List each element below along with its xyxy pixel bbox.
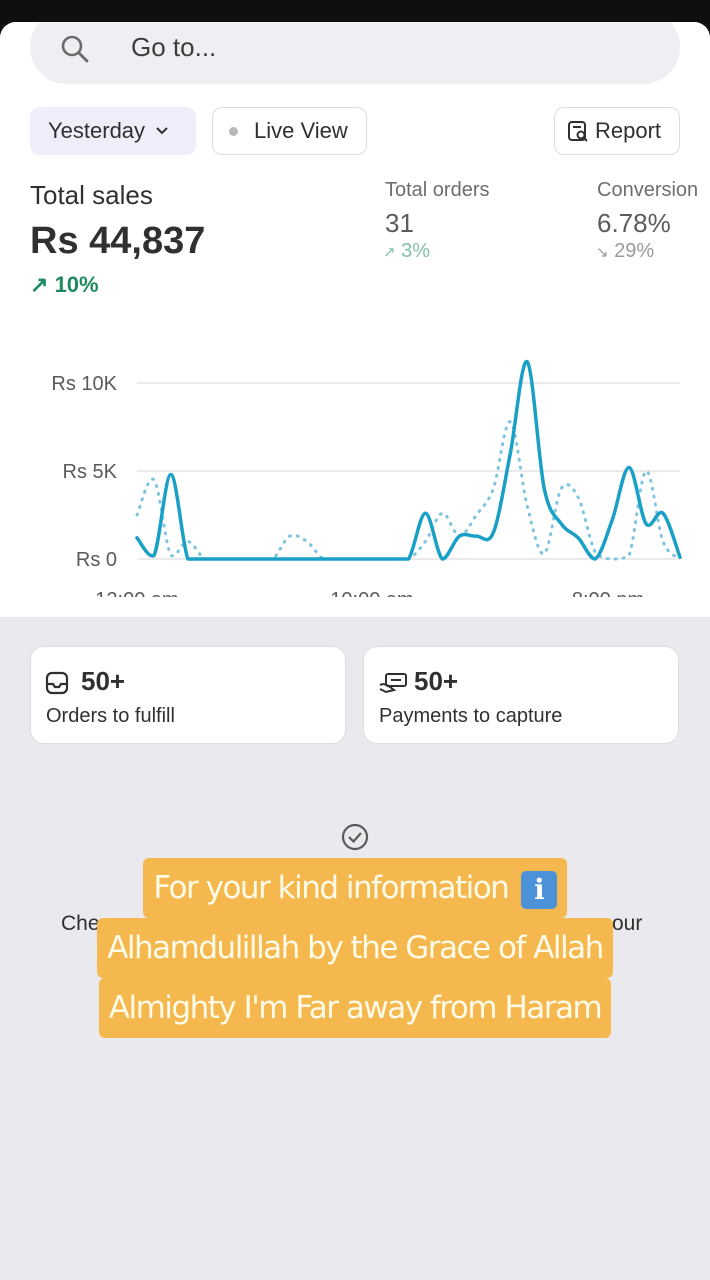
search-placeholder: Go to... (131, 32, 217, 62)
date-range-dropdown[interactable]: Yesterday (30, 107, 196, 155)
total-sales-label: Total sales (30, 180, 153, 210)
x-tick-label: 10:00 am (330, 589, 413, 597)
orders-to-fulfill-card[interactable]: 50+ Orders to fulfill (30, 646, 346, 744)
y-tick-label: Rs 0 (76, 549, 117, 571)
y-tick-label: Rs 5K (63, 461, 118, 483)
caption-line-1: For your kind information i (143, 858, 567, 918)
live-view-button[interactable]: Live View (212, 107, 367, 155)
search-bar[interactable]: Go to... (30, 22, 680, 84)
payments-count: 50+ (414, 666, 459, 696)
app-sheet: Go to... Yesterday Live View Report Tota… (0, 22, 710, 1280)
arrow-up-right-icon: ↗ (383, 244, 396, 261)
conversion-value: 6.78% (597, 208, 671, 238)
payments-to-capture-card[interactable]: 50+ Payments to capture (363, 646, 679, 744)
total-sales-change-value: 10% (54, 272, 99, 297)
orders-label: Orders to fulfill (46, 705, 175, 727)
info-icon: i (520, 870, 557, 909)
report-label: Report (595, 118, 662, 143)
cash-icon (378, 671, 408, 700)
live-view-label: Live View (254, 118, 348, 143)
conversion-change: ↘ 29% (596, 240, 654, 263)
total-orders-change: ↗ 3% (383, 240, 430, 263)
orders-count: 50+ (81, 666, 126, 696)
y-tick-label: Rs 10K (51, 373, 117, 395)
date-range-label: Yesterday (48, 118, 146, 143)
report-button[interactable]: Report (554, 107, 680, 155)
payments-label: Payments to capture (379, 705, 563, 727)
caption-line-3: Almighty I'm Far away from Haram (98, 978, 612, 1038)
check-circle-icon (341, 823, 369, 856)
x-tick-label: 8:00 pm (572, 589, 644, 597)
sales-chart: Rs 10K Rs 5K Rs 0 12:00 am 10:00 am 8:00 pm (51, 360, 682, 597)
conversion-change-value: 29% (614, 240, 655, 262)
status-bar (0, 0, 710, 22)
total-orders-label[interactable]: Total orders (385, 179, 490, 202)
total-orders-change-value: 3% (401, 240, 431, 262)
arrow-up-right-icon: ↗ (30, 272, 49, 297)
x-tick-label: 12:00 am (95, 589, 178, 597)
chevron-down-icon (155, 126, 169, 136)
overlay-caption: For your kind information i Alhamdulilla… (0, 858, 710, 1038)
series-line-comparison (135, 420, 682, 561)
total-orders-value: 31 (385, 208, 414, 238)
search-icon (60, 34, 90, 69)
series-line-current (135, 360, 682, 561)
conversion-label[interactable]: Conversion (597, 179, 698, 202)
report-icon (567, 120, 589, 142)
total-sales-value: Rs 44,837 (30, 220, 206, 262)
arrow-down-right-icon: ↘ (596, 244, 609, 261)
analytics-panel: Go to... Yesterday Live View Report Tota… (0, 22, 710, 617)
live-dot-icon (229, 126, 238, 136)
total-sales-change: ↗ 10% (30, 272, 99, 298)
caption-line-2: Alhamdulillah by the Grace of Allah (97, 918, 613, 978)
inbox-icon (45, 671, 69, 700)
caption-line-1-text: For your kind information (153, 870, 510, 906)
